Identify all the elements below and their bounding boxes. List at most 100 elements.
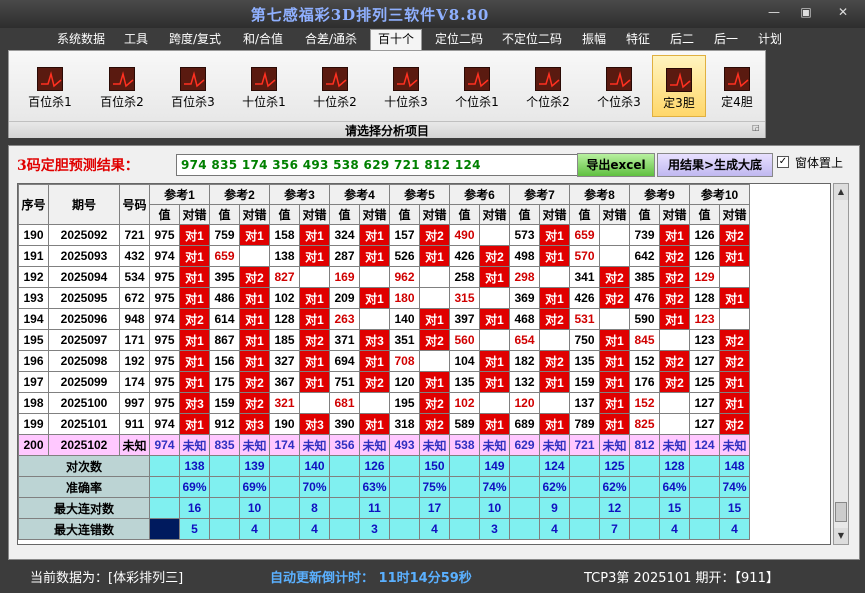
cell-value: 867: [209, 329, 240, 351]
cell-result: 对1: [659, 224, 690, 246]
menu-sum[interactable]: 和/合值: [236, 30, 290, 49]
cell-result: 对1: [599, 350, 630, 372]
ribbon-footer: 请选择分析项目: [9, 121, 765, 138]
menu-diff[interactable]: 合差/通杀: [298, 30, 364, 49]
table-row[interactable]: 190 2025092 721 975 对1 759 对1 158 对1 324 对1 157 对2 49…: [18, 224, 750, 246]
stat-spacer: [389, 518, 420, 540]
stat-value: 17: [419, 497, 450, 519]
chart-icon: [322, 67, 348, 91]
ribbon-button-10[interactable]: 定3胆: [652, 55, 706, 117]
cell-result: 对1: [539, 371, 570, 393]
ribbon-button-8[interactable]: 个位杀2: [515, 55, 581, 117]
prediction-result-field[interactable]: 974 835 174 356 493 538 629 721 812 124: [176, 154, 582, 176]
stat-label: 最大连错数: [18, 518, 150, 540]
ribbon-button-6[interactable]: 十位杀3: [373, 55, 439, 117]
table-row[interactable]: 194 2025096 948 974 对2 614 对1 128 对1 263 140 对1 397 对…: [18, 308, 750, 330]
cell-value: 975: [149, 224, 180, 246]
cell-value: 490: [449, 224, 480, 246]
table-row[interactable]: 196 2025098 192 975 对1 156 对1 327 对1 694 对1 708 104 对…: [18, 350, 750, 372]
table-row[interactable]: 193 2025095 672 975 对1 486 对1 102 对1 209 对1 180 315 3…: [18, 287, 750, 309]
vertical-scrollbar[interactable]: ▲ ▼: [833, 183, 849, 545]
expand-icon[interactable]: ◲: [752, 123, 762, 133]
stat-spacer: [629, 518, 660, 540]
scroll-down-icon[interactable]: ▼: [834, 528, 848, 544]
table-row[interactable]: 191 2025093 432 974 对1 659 138 对1 287 对1 526 对1 426 对…: [18, 245, 750, 267]
current-row[interactable]: 200 2025102 未知 974 未知 835 未知 174 未知 356 未知 493 未知 538…: [18, 434, 750, 456]
cell-result: [599, 224, 630, 246]
stat-value: 4: [299, 518, 330, 540]
menu-tools[interactable]: 工具: [118, 30, 154, 49]
cell-result: 对1: [719, 245, 750, 267]
ribbon-button-11[interactable]: 定4胆: [711, 55, 763, 117]
scroll-up-icon[interactable]: ▲: [834, 184, 848, 200]
cell-value: 825: [629, 413, 660, 435]
cell-value: 974: [149, 413, 180, 435]
ribbon-button-7[interactable]: 个位杀1: [444, 55, 510, 117]
stat-value: 11: [359, 497, 390, 519]
stat-spacer: [269, 476, 300, 498]
row-index: 196: [18, 350, 49, 372]
close-icon[interactable]: ✕: [826, 3, 860, 22]
chart-icon: [37, 67, 63, 91]
maximize-icon[interactable]: ▣: [792, 3, 820, 22]
stat-value: 64%: [659, 476, 690, 498]
minimize-icon[interactable]: —: [760, 3, 788, 22]
cell-value: 845: [629, 329, 660, 351]
menu-last-two[interactable]: 后二: [664, 30, 700, 49]
cell-result: 对1: [479, 308, 510, 330]
table-row[interactable]: 195 2025097 171 975 对1 867 对1 185 对2 371 对3 351 对2 56…: [18, 329, 750, 351]
ribbon-button-3[interactable]: 百位杀3: [160, 55, 226, 117]
menu-unfixed-two[interactable]: 不定位二码: [494, 30, 570, 49]
header-result: 对错: [359, 204, 390, 225]
result-grid[interactable]: 序号 期号 号码 参考1 参考2 参考3 参考4 参考5 参考6 参考7 参考8 参考9 参考10…: [17, 183, 831, 545]
cell-result: 对1: [479, 350, 510, 372]
menu-system-data[interactable]: 系统数据: [50, 30, 112, 49]
chart-icon: [724, 67, 750, 91]
generate-button[interactable]: 用结果>生成大底: [657, 153, 773, 177]
scroll-thumb[interactable]: [835, 502, 847, 522]
cell-result: 对3: [299, 413, 330, 435]
cell-result: 对2: [179, 308, 210, 330]
stat-value: 4: [659, 518, 690, 540]
menu-fixed-two[interactable]: 定位二码: [428, 30, 490, 49]
cell-value: 975: [149, 392, 180, 414]
cell-result: [479, 287, 510, 309]
cell-result: 对2: [299, 329, 330, 351]
table-row[interactable]: 192 2025094 534 975 对1 395 对2 827 169 962 258 对1 298…: [18, 266, 750, 288]
cell-result: 对1: [599, 329, 630, 351]
stat-spacer: [389, 497, 420, 519]
header-ref-4: 参考4: [329, 184, 390, 205]
cell-result: 对1: [539, 245, 570, 267]
menu-span[interactable]: 跨度/复式: [162, 30, 228, 49]
cell-value: 263: [329, 308, 360, 330]
stat-row: 最大连对数 16 10 8 11 17 10 9 12 15 15: [18, 497, 750, 519]
table-row[interactable]: 199 2025101 911 974 对1 912 对3 190 对3 390 对1 318 对2 58…: [18, 413, 750, 435]
cell-value: 476: [629, 287, 660, 309]
ribbon-button-5[interactable]: 十位杀2: [302, 55, 368, 117]
table-row[interactable]: 198 2025100 997 975 对3 159 对2 321 681 195 对2 102 120…: [18, 392, 750, 414]
cell-result: 对3: [359, 329, 390, 351]
ribbon-button-4[interactable]: 十位杀1: [231, 55, 297, 117]
cell-result: 对2: [359, 371, 390, 393]
cell-value: 975: [149, 287, 180, 309]
menu-features[interactable]: 特征: [620, 30, 656, 49]
topmost-checkbox[interactable]: ✓: [777, 156, 789, 168]
ribbon-button-label: 定4胆: [721, 95, 753, 109]
cell-value: 708: [389, 350, 420, 372]
menu-amplitude[interactable]: 振幅: [576, 30, 612, 49]
stat-value: 15: [719, 497, 750, 519]
cell-result: 对2: [239, 392, 270, 414]
ribbon-button-9[interactable]: 个位杀3: [586, 55, 652, 117]
cell-result: 对1: [179, 413, 210, 435]
stat-value: 75%: [419, 476, 450, 498]
stat-value: 140: [299, 455, 330, 477]
menu-positions[interactable]: 百十个: [370, 29, 422, 50]
menu-plan[interactable]: 计划: [752, 30, 788, 49]
ribbon-button-1[interactable]: 百位杀1: [17, 55, 83, 117]
table-row[interactable]: 197 2025099 174 975 对1 175 对2 367 对1 751 对2 120 对1 13…: [18, 371, 750, 393]
cell-result: 对2: [479, 245, 510, 267]
export-excel-button[interactable]: 导出excel: [577, 153, 655, 177]
ribbon-button-2[interactable]: 百位杀2: [89, 55, 155, 117]
menu-last-one[interactable]: 后一: [708, 30, 744, 49]
ribbon-button-label: 百位杀3: [171, 95, 215, 109]
